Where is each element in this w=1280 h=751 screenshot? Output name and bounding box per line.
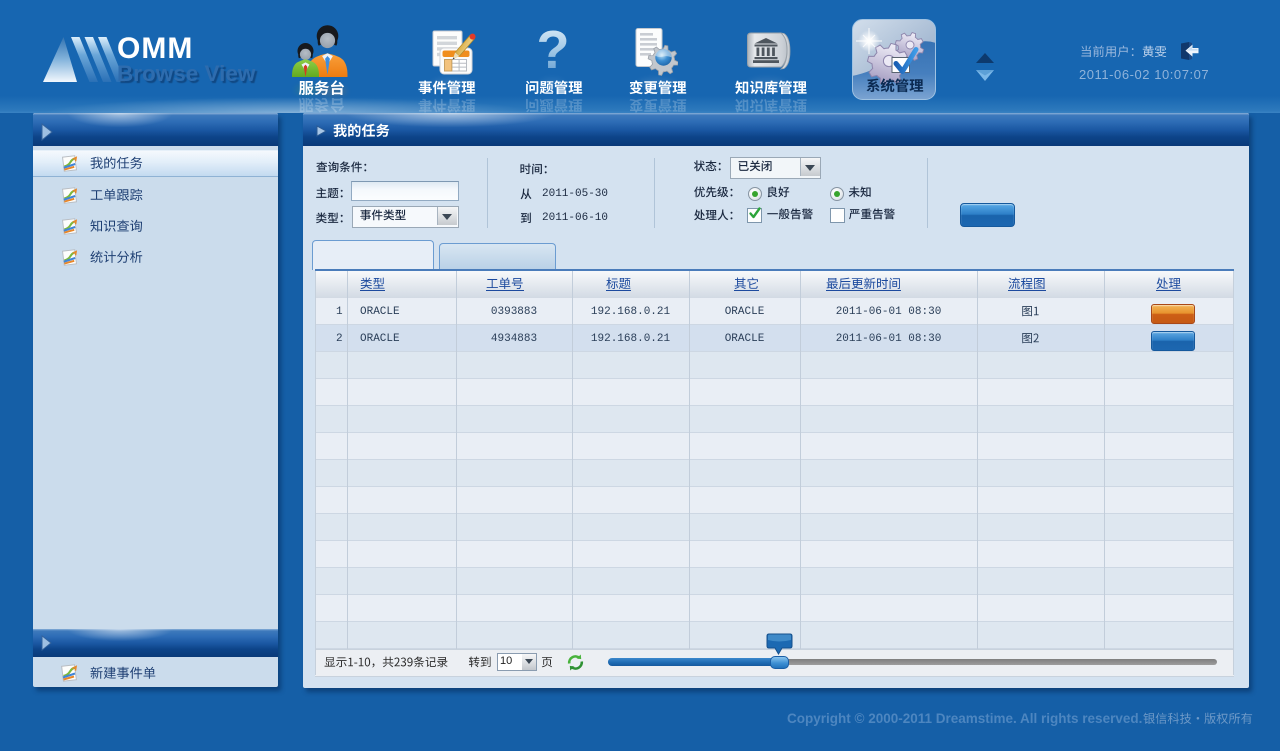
svg-text:?: ? bbox=[537, 27, 570, 77]
